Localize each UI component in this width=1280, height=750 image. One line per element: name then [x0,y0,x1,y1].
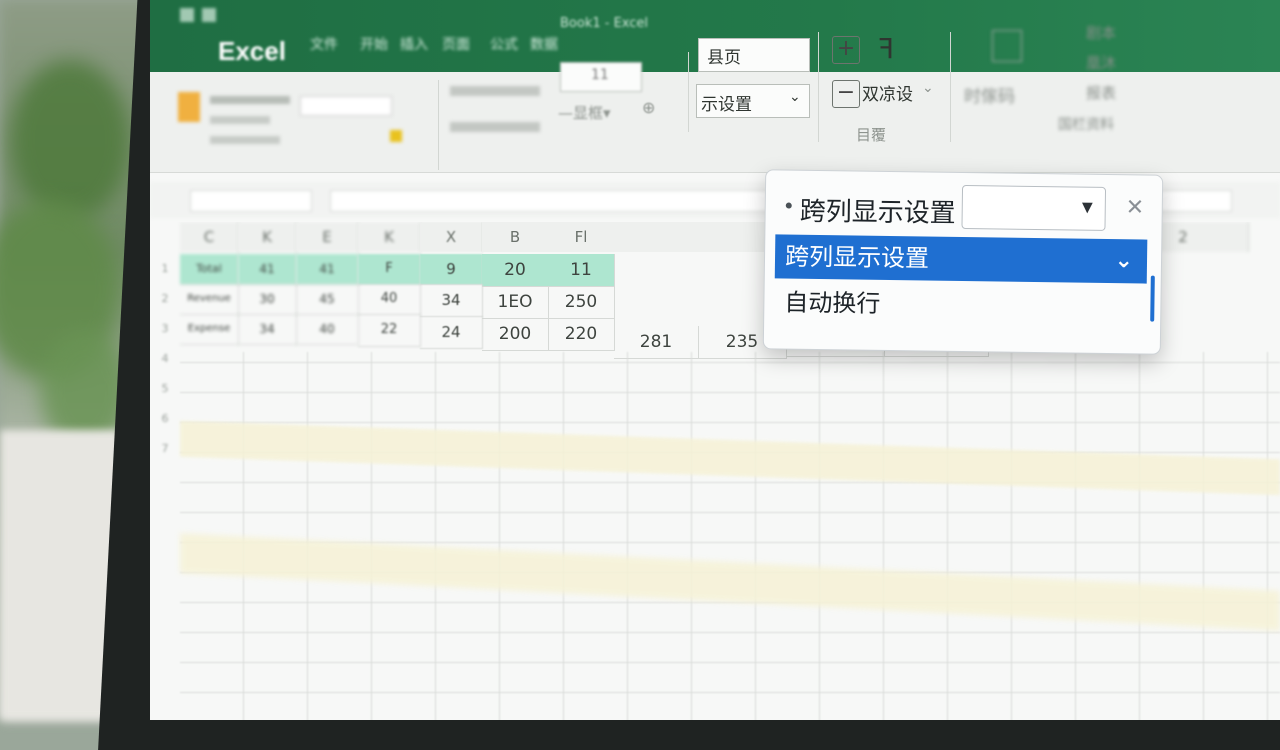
name-box[interactable] [190,190,312,212]
column-header[interactable]: B [482,222,549,252]
app-name: Excel [218,36,286,66]
paste-icon[interactable] [178,92,200,122]
row-number[interactable]: 7 [150,442,180,455]
table-cell[interactable]: 41 [296,254,359,285]
table-cell[interactable]: 41 [238,254,297,285]
display-settings-label: 示设置 [701,95,752,115]
row-number[interactable]: 4 [150,352,180,365]
table-cell[interactable]: 34 [420,284,483,317]
column-header[interactable]: K [358,222,421,252]
tab-page[interactable]: 页面 [442,34,470,54]
minus-icon[interactable]: − [832,80,860,108]
grid-body[interactable] [180,352,1280,720]
border-label[interactable]: —显框▾ [558,102,611,123]
excel-window: Book1 - Excel Excel 文件 开始 插入 页面 公式 数据 11… [150,0,1280,720]
column-header[interactable] [614,222,699,252]
option-label: 自动换行 [784,288,881,318]
ribbon-separator [950,32,951,142]
plant-leaf [10,60,130,220]
table-cell[interactable]: 200 [482,318,549,351]
right-label[interactable]: 时傢码 [964,82,1015,107]
close-icon[interactable]: ✕ [1126,195,1145,220]
row-number[interactable]: 3 [150,322,180,335]
group-label: 目覆 [856,126,887,144]
row-number[interactable]: 6 [150,412,180,425]
format-painter-icon[interactable]: ꟻ [878,32,894,65]
highlight-icon[interactable] [390,130,402,142]
row-number[interactable]: 1 [150,262,180,275]
column-header[interactable]: X [420,222,483,252]
ribbon: 11 —显框▾ ⊕ 县页 示设置 ⌄ + − ꟻ 双凉设 ⌄ 目覆 时傢码 剧本… [150,24,1280,173]
merge-icon[interactable]: ⊕ [642,98,655,117]
right-group: 时傢码 剧本 凰沐 报表 国栏资料 [962,22,1262,142]
chevron-down-icon: ⌄ [1114,248,1134,274]
page-label: 县页 [707,48,741,68]
tab-insert[interactable]: 插入 [400,34,428,54]
column-header[interactable]: E [296,222,359,252]
clipboard-group [170,86,430,166]
table-cell[interactable]: 22 [358,314,421,347]
tab-file[interactable]: 文件 [310,34,338,54]
table-cell[interactable]: 24 [420,316,483,349]
display-settings-select[interactable]: 示设置 ⌄ [696,84,810,118]
dropdown-caret-icon: ▼ [1081,199,1093,216]
tab-formulas[interactable]: 公式 [490,34,518,54]
right-col-item[interactable]: 凰沐 [1086,52,1116,73]
right-col-item[interactable]: 报表 [1086,82,1116,103]
table-cell[interactable]: 45 [296,284,359,315]
table-cell[interactable]: 20 [482,254,549,287]
ribbon-separator [688,52,689,132]
right-col-item[interactable]: 剧本 [1086,22,1116,43]
table-cell[interactable]: 40 [296,314,359,345]
popup-select[interactable]: ▼ [961,184,1107,231]
font-size-box[interactable]: 11 [560,62,642,92]
table-cell[interactable]: 34 [238,314,297,345]
row-number[interactable]: 5 [150,382,180,395]
cross-display-label[interactable]: 双凉设 [862,80,913,105]
column-header[interactable]: K [238,222,297,252]
ribbon-separator [438,80,439,170]
font-name-box[interactable] [300,96,392,116]
bullet-icon [785,202,792,209]
font-size-value: 11 [591,67,609,83]
table-cell[interactable]: 9 [420,254,483,285]
save-icon[interactable] [202,8,216,22]
popup-title: 跨列显示设置 [799,196,956,229]
row-number[interactable]: 2 [150,292,180,305]
table-cell[interactable]: Revenue [180,284,239,315]
column-header[interactable]: Fl [548,222,615,252]
ribbon-separator [818,32,819,142]
table-cell[interactable]: Expense [180,314,239,345]
page-layout-box[interactable]: 县页 [698,38,810,72]
table-cell[interactable]: 30 [238,284,297,315]
tab-home[interactable]: 开始 [360,34,388,54]
chevron-down-icon: ⌄ [789,89,801,105]
table-cell[interactable]: 250 [548,286,615,319]
table-cell[interactable]: 1EO [482,286,549,319]
option-wrap-text[interactable]: 自动换行 [774,280,1147,329]
popup-header: 跨列显示设置 ▼ ✕ [765,170,1162,240]
plus-icon[interactable]: + [832,36,860,64]
display-settings-popup: 跨列显示设置 ▼ ✕ 跨列显示设置 ⌄ 自动换行 [762,169,1164,355]
align-group [450,82,550,162]
chevron-down-icon: ⌄ [922,80,934,96]
column-header[interactable]: C [180,222,239,252]
popup-scrollbar[interactable] [1150,275,1155,322]
table-cell[interactable]: 40 [358,284,421,315]
table-cell[interactable]: Total [180,254,239,285]
autosave-icon[interactable] [180,8,194,22]
right-group-label: 国栏资料 [1058,117,1114,133]
option-cross-column-display[interactable]: 跨列显示设置 ⌄ [774,234,1148,284]
tab-data[interactable]: 数据 [530,34,558,54]
table-icon[interactable] [992,30,1022,62]
option-label: 跨列显示设置 [784,242,930,273]
file-title: Book1 - Excel [560,16,649,31]
table-cell[interactable]: 220 [548,318,615,351]
table-cell[interactable]: 11 [548,254,615,287]
table-cell[interactable]: F [358,254,421,285]
